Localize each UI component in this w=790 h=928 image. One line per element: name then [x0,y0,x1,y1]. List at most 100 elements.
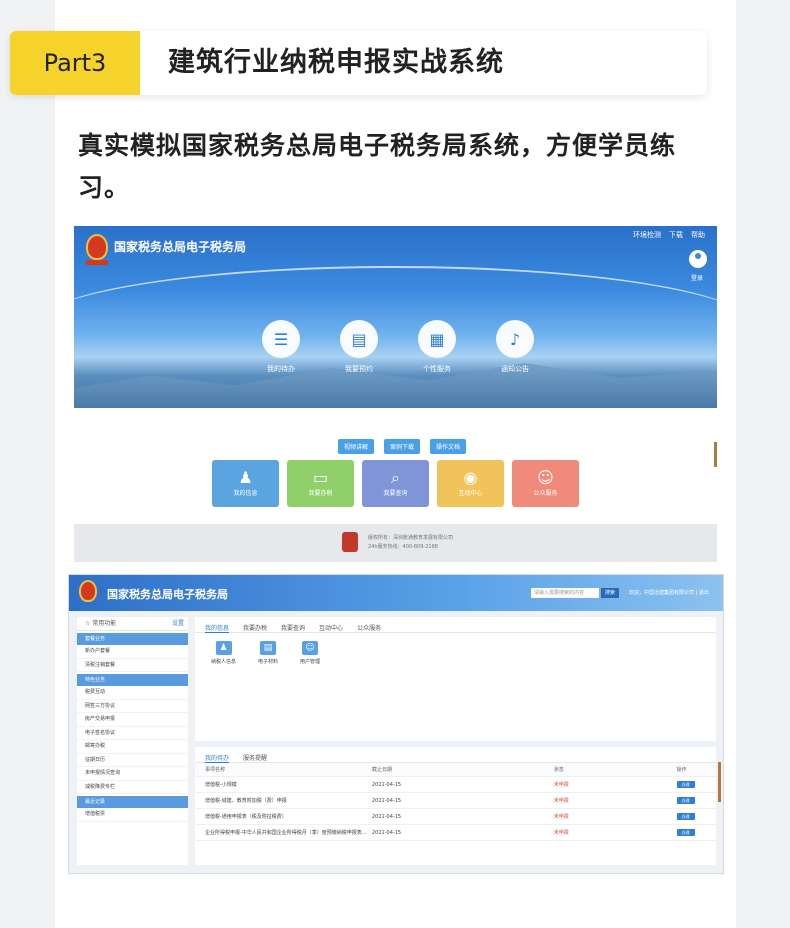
footer-copyright: 版权所有：深圳账通教育发展有限公司 [368,535,454,541]
tab-my-info[interactable]: 我的信息 [205,623,230,633]
tile-query[interactable]: ⌕ 我要查询 [362,460,429,507]
tile-label: 互动中心 [458,490,483,497]
banner-item-service[interactable]: ▦ 个性服务 [418,320,456,374]
handle-button[interactable]: 办理 [676,813,695,820]
folder-icon: ▤ [260,641,277,655]
tab-my-todo[interactable]: 我的待办 [205,753,230,763]
tile-public-service[interactable]: ☺ 公众服务 [512,460,579,507]
banner-items: ☰ 我的待办 ▤ 我要预约 ▦ 个性服务 ♪ 通知公告 [262,320,534,374]
cell-name: 增值税-通用申报表（税及附征税费） [205,814,287,820]
sidebar-setting[interactable]: 设置 [172,617,184,631]
function-tiles: ♟ 我的信息 ▭ 我要办税 ⌕ 我要查询 ◉ 互动中心 ☺ 公众服务 [212,460,579,507]
cell-status: 未申报 [553,798,569,804]
emblem-icon [342,532,358,552]
sidebar-item[interactable]: 电子签名协议 [77,727,188,740]
app-user-management[interactable]: ☺ 用户管理 [300,641,320,665]
app-label: 纳税人信息 [211,659,237,665]
tile-interaction[interactable]: ◉ 互动中心 [437,460,504,507]
table-row: 增值税-城建、教育附加税（费）申报 2021-04-15 未申报 办理 [195,793,716,809]
tile-label: 我要查询 [383,490,408,497]
handle-button[interactable]: 办理 [676,781,695,788]
cell-date: 2021-04-15 [372,814,402,820]
pill-cases[interactable]: 案例下载 [384,439,421,454]
sidebar-section[interactable]: 套餐业务 [77,633,188,645]
sidebar-item[interactable]: 征期日历 [77,754,188,767]
service-icon: ☺ [537,468,554,487]
tab-public-service[interactable]: 公众服务 [357,623,381,632]
banner-item-todo[interactable]: ☰ 我的待办 [262,320,300,374]
top-link-env[interactable]: 环境检测 [633,230,661,240]
app-e-materials[interactable]: ▤ 电子材料 [258,641,278,665]
sidebar-item[interactable]: 清税注销套餐 [77,659,188,672]
part-header: Part3 建筑行业纳税申报实战系统 [10,31,707,95]
site-title: 国家税务总局电子税务局 [107,588,228,601]
search-doc-icon: ⌕ [391,468,400,487]
col-op: 操作 [676,767,687,773]
portal-banner: 国家税务总局电子税务局 环境检测 下载 帮助 登录 ☰ 我的待办 ▤ 我要预约 … [74,226,717,408]
dashboard-screenshot: 国家税务总局电子税务局 请输入需要搜索的内容 搜索 欢迎，中国冶建集团有限公司 … [68,574,724,874]
cell-date: 2021-04-15 [372,798,402,804]
app-label: 用户管理 [300,659,321,665]
banner-item-notice[interactable]: ♪ 通知公告 [496,320,534,374]
search-input[interactable]: 请输入需要搜索的内容 [531,588,599,598]
users-icon: ☺ [302,641,319,655]
pill-video[interactable]: 视频讲解 [338,439,375,454]
sidebar-item[interactable]: 增值税票 [77,808,188,822]
tile-tax-filing[interactable]: ▭ 我要办税 [287,460,354,507]
top-link-help[interactable]: 帮助 [691,230,705,240]
sidebar-section[interactable]: 特色业务 [77,674,188,686]
part-badge: Part3 [10,31,140,95]
tile-label: 我要办税 [308,490,333,497]
top-links: 环境检测 下载 帮助 [633,230,705,240]
bell-icon: ♪ [496,320,534,358]
handle-button[interactable]: 办理 [676,829,695,836]
table-header: 事项名称 截止日期 状态 操作 [195,763,716,777]
sidebar-section[interactable]: 最近记录 [77,796,188,808]
todo-tabs: 我的待办 服务提醒 [195,747,716,763]
portal-screenshot: 国家税务总局电子税务局 环境检测 下载 帮助 登录 ☰ 我的待办 ▤ 我要预约 … [74,226,717,562]
banner-item-label: 通知公告 [501,365,529,373]
calendar-icon: ▤ [340,320,378,358]
handle-button[interactable]: 办理 [676,797,695,804]
emblem-icon [86,234,108,260]
cell-name: 企业所得税申报-中华人民共和国企业所得税月（季）度预缴纳税申报表... [205,830,367,836]
table-row: 增值税-小规模 2021-04-15 未申报 办理 [195,777,716,793]
user-icon[interactable] [689,250,707,268]
sidebar-item[interactable]: 新办户套餐 [77,645,188,659]
sidebar-item[interactable]: 房产交易申报 [77,713,188,727]
tile-label: 我的信息 [233,490,258,497]
sidebar-item[interactable]: 减税降费专栏 [77,781,188,794]
pill-row: 视频讲解 案例下载 操作文档 [338,439,467,454]
user-info[interactable]: 欢迎，中国冶建集团有限公司 | 退出 [629,589,709,596]
tab-reminders[interactable]: 服务提醒 [243,753,267,762]
cell-date: 2021-04-15 [372,830,402,836]
app-label: 电子材料 [258,659,279,665]
pill-docs[interactable]: 操作文档 [430,439,467,454]
sidebar-item[interactable]: 邮寄办税 [77,740,188,754]
sidebar-item[interactable]: 未申报情况查询 [77,767,188,781]
top-link-download[interactable]: 下载 [669,230,683,240]
tab-tax-filing[interactable]: 我要办税 [243,623,267,632]
cell-name: 增值税-小规模 [205,782,237,788]
banner-item-label: 我的待办 [267,365,295,373]
tab-interaction[interactable]: 互动中心 [319,623,343,632]
cell-date: 2021-04-15 [372,782,402,788]
col-name: 事项名称 [205,767,226,773]
main-panel: 我的信息 我要办税 我要查询 互动中心 公众服务 ♟ 纳税人信息 ▤ 电子材料 … [195,617,716,741]
banner-item-label: 个性服务 [423,365,451,373]
sidebar-item[interactable]: 税费互动 [77,686,188,700]
banner-item-appointment[interactable]: ▤ 我要预约 [340,320,378,374]
cell-name: 增值税-城建、教育附加税（费）申报 [205,798,287,804]
login-link[interactable]: 登录 [691,273,703,282]
sidebar-item[interactable]: 网签三方协议 [77,700,188,713]
tile-my-info[interactable]: ♟ 我的信息 [212,460,279,507]
app-taxpayer-info[interactable]: ♟ 纳税人信息 [211,641,236,665]
monitor-icon: ▭ [312,468,329,487]
sidebar-header-label: 常用功能 [92,620,117,627]
search-button[interactable]: 搜索 [601,588,619,598]
tab-query[interactable]: 我要查询 [281,623,305,632]
todo-panel: 我的待办 服务提醒 事项名称 截止日期 状态 操作 增值税-小规模 2021-0… [195,747,716,865]
table-row: 企业所得税申报-中华人民共和国企业所得税月（季）度预缴纳税申报表... 2021… [195,825,716,841]
app-list: ♟ 纳税人信息 ▤ 电子材料 ☺ 用户管理 [195,633,716,673]
tile-label: 公众服务 [533,490,558,497]
